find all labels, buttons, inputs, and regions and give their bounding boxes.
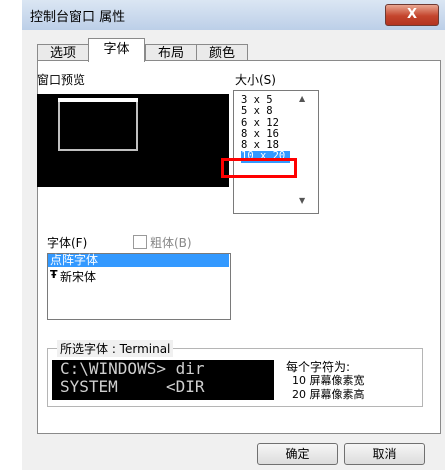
bold-checkbox[interactable] bbox=[133, 235, 147, 249]
preview-window-frame bbox=[58, 98, 138, 151]
selected-font-title: 所选字体 : Terminal bbox=[57, 340, 174, 357]
sample-line: SYSTEM <DIR bbox=[60, 377, 205, 396]
scroll-down-arrow-icon[interactable]: ▼ bbox=[299, 196, 305, 205]
tab-font[interactable]: 字体 bbox=[88, 38, 145, 62]
font-item[interactable]: 新宋体 bbox=[60, 268, 96, 285]
window-title: 控制台窗口 属性 bbox=[30, 10, 126, 25]
preview-window-titlebar bbox=[58, 98, 138, 102]
ok-button[interactable]: 确定 bbox=[257, 443, 338, 465]
close-button[interactable]: X bbox=[385, 4, 439, 26]
preview-label: 窗口预览 bbox=[37, 73, 86, 87]
font-label: 字体(F) bbox=[47, 236, 88, 250]
size-label: 大小(S) bbox=[235, 73, 276, 87]
sample-line: C:\WINDOWS> dir bbox=[60, 359, 205, 378]
truetype-icon: Ŧ bbox=[50, 268, 58, 281]
scroll-up-arrow-icon[interactable]: ▲ bbox=[299, 94, 305, 103]
size-list-items: 3 x 5 5 x 8 6 x 12 8 x 16 8 x 18 10 x 20 bbox=[241, 94, 291, 163]
cancel-button[interactable]: 取消 bbox=[344, 443, 425, 465]
size-item[interactable]: 5 x 8 bbox=[241, 105, 290, 117]
font-item-selected[interactable]: 点阵字体 bbox=[50, 254, 98, 267]
font-sample: C:\WINDOWS> dir SYSTEM <DIR bbox=[52, 360, 274, 400]
bold-label: 粗体(B) bbox=[150, 236, 192, 250]
highlight-box bbox=[221, 158, 297, 178]
char-height-info: 20 屏幕像素高 bbox=[292, 388, 365, 401]
